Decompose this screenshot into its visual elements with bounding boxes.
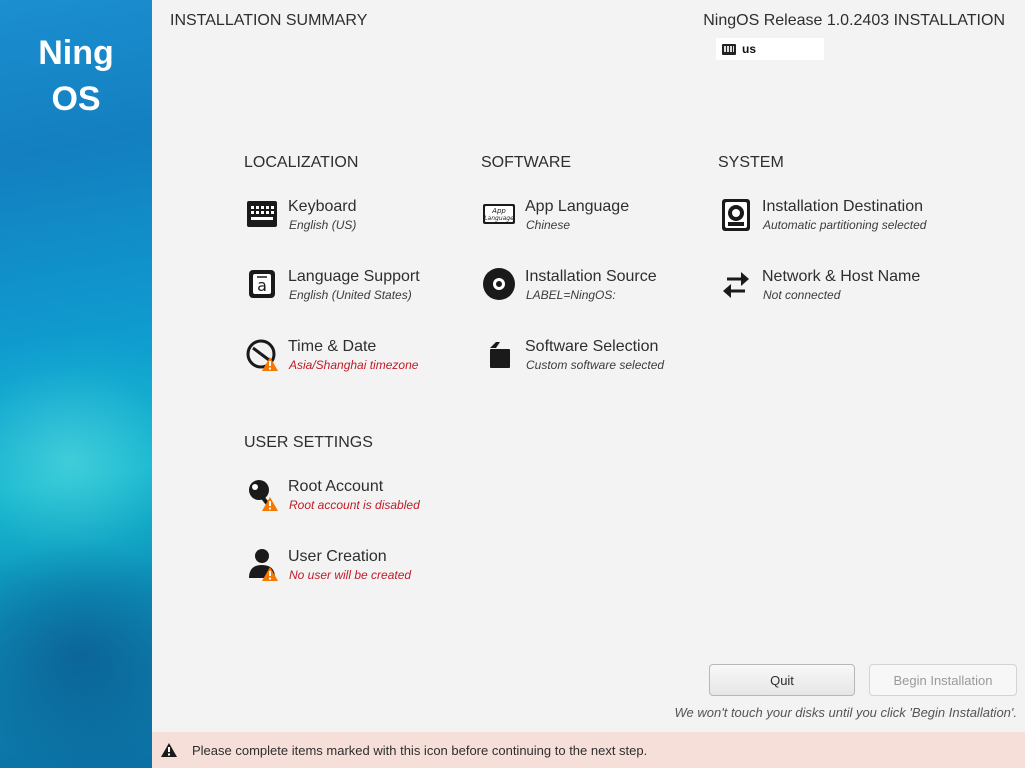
warning-icon — [262, 357, 278, 371]
sidebar: Ning OS — [0, 0, 152, 768]
page-title: INSTALLATION SUMMARY — [170, 12, 368, 29]
section-system: SYSTEM — [718, 154, 784, 171]
section-software: SOFTWARE — [481, 154, 572, 171]
app-language-icon-text: App — [491, 207, 506, 215]
keyboard-layout-label: us — [742, 42, 757, 56]
release-title: NingOS Release 1.0.2403 INSTALLATION — [703, 12, 1005, 29]
spoke-network[interactable]: Network & Host Name Not connected — [719, 268, 949, 312]
spoke-status: Chinese — [526, 218, 571, 232]
svg-text:a: a — [257, 276, 267, 295]
sidebar-decoration — [0, 540, 152, 768]
spoke-name: Installation Destination — [762, 198, 923, 215]
spoke-status: LABEL=NingOS: — [526, 288, 616, 302]
package-icon — [490, 342, 510, 368]
logo-line-1: Ning — [38, 34, 114, 72]
keyboard-layout-indicator[interactable]: us — [716, 38, 824, 60]
section-localization: LOCALIZATION — [244, 154, 359, 171]
spoke-installation-source[interactable]: Installation Source LABEL=NingOS: — [482, 268, 712, 312]
spoke-software-selection[interactable]: Software Selection Custom software selec… — [482, 338, 712, 382]
spoke-name: Language Support — [288, 268, 420, 285]
spoke-name: Time & Date — [288, 338, 377, 355]
spoke-name: Installation Source — [525, 268, 657, 285]
app-language-icon-text: Language — [484, 215, 514, 222]
logo-line-2: OS — [51, 80, 101, 118]
spoke-language-support[interactable]: a Language Support English (United State… — [245, 268, 475, 312]
spoke-status: Automatic partitioning selected — [763, 218, 927, 232]
warning-bar-text: Please complete items marked with this i… — [192, 742, 648, 758]
spoke-status: Custom software selected — [526, 358, 665, 372]
begin-installation-button[interactable]: Begin Installation — [869, 664, 1017, 696]
spoke-name: Keyboard — [288, 198, 357, 215]
keyboard-icon — [722, 43, 736, 55]
warning-icon — [161, 743, 177, 757]
spoke-name: Network & Host Name — [762, 268, 921, 285]
disc-icon — [483, 268, 515, 300]
spoke-root-account[interactable]: Root Account Root account is disabled — [245, 478, 475, 522]
spoke-time-date[interactable]: Time & Date Asia/Shanghai timezone — [245, 338, 475, 382]
spoke-status: English (United States) — [289, 288, 412, 302]
spoke-name: App Language — [525, 198, 630, 215]
spoke-name: User Creation — [288, 548, 387, 565]
spoke-status: Root account is disabled — [289, 498, 420, 512]
product-logo: Ning OS — [0, 30, 152, 122]
warning-icon — [262, 497, 278, 511]
disk-note: We won't touch your disks until you clic… — [674, 705, 1017, 720]
spoke-installation-destination[interactable]: Installation Destination Automatic parti… — [719, 198, 949, 242]
network-arrows-icon — [723, 272, 749, 298]
spoke-status: Asia/Shanghai timezone — [289, 358, 419, 372]
harddisk-icon — [722, 199, 750, 231]
language-icon: a — [249, 270, 275, 298]
warning-bar: Please complete items marked with this i… — [152, 732, 1025, 768]
spoke-app-language[interactable]: App Language App Language Chinese — [482, 198, 712, 242]
spoke-status: Not connected — [763, 288, 841, 302]
app-language-icon: App Language — [483, 204, 515, 224]
spoke-status: English (US) — [289, 218, 357, 232]
section-user-settings: USER SETTINGS — [244, 434, 373, 451]
keyboard-icon — [247, 201, 277, 227]
quit-button[interactable]: Quit — [709, 664, 855, 696]
spoke-name: Root Account — [288, 478, 384, 495]
spoke-keyboard[interactable]: Keyboard English (US) — [245, 198, 475, 242]
spoke-status: No user will be created — [289, 568, 412, 582]
spoke-name: Software Selection — [525, 338, 659, 355]
warning-icon — [262, 567, 278, 581]
spoke-user-creation[interactable]: User Creation No user will be created — [245, 548, 475, 592]
main-panel: INSTALLATION SUMMARY NingOS Release 1.0.… — [152, 0, 1025, 768]
